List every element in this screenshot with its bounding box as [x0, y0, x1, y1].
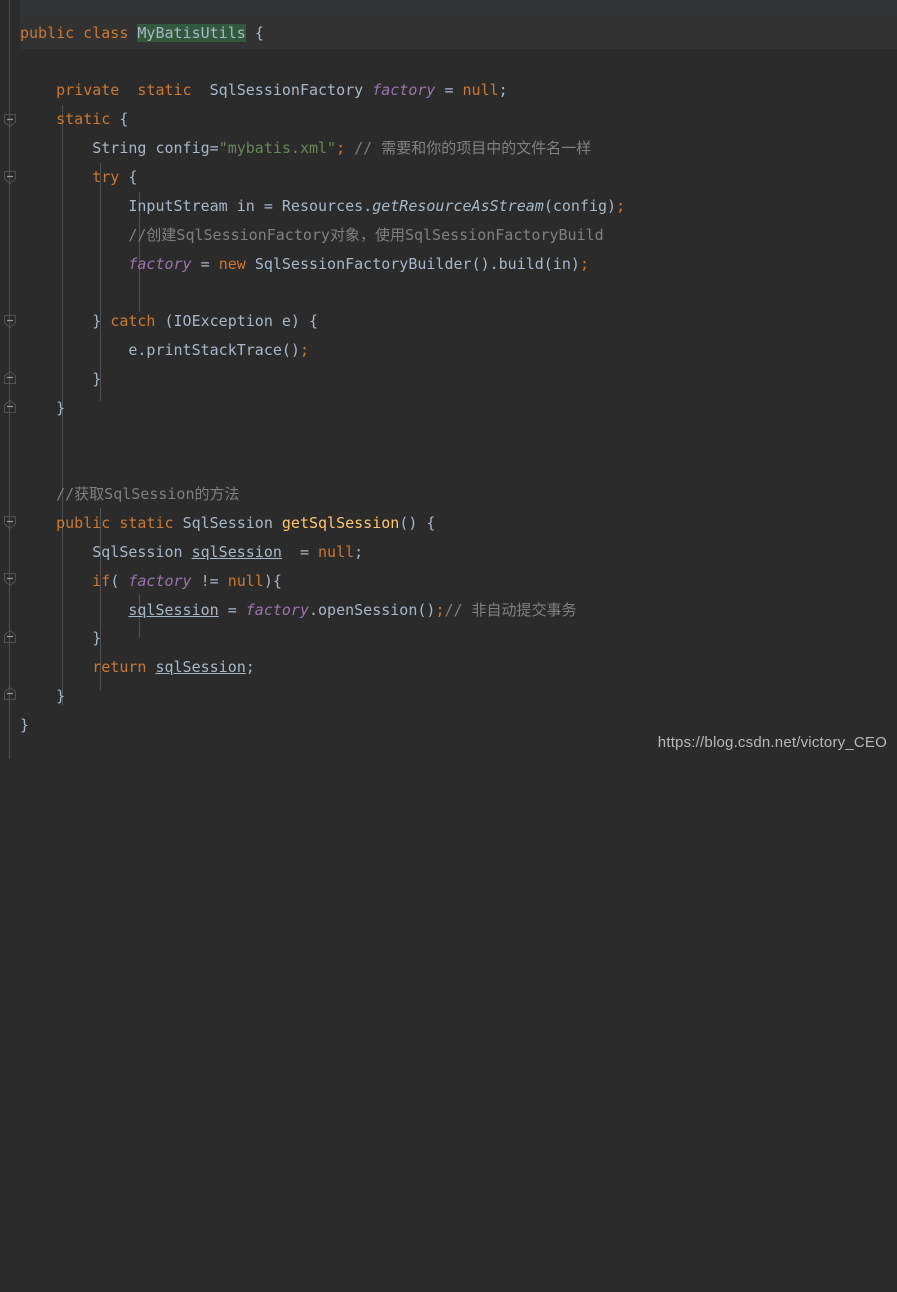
code-line-19[interactable]: SqlSession sqlSession = null;	[20, 538, 363, 567]
code-line-3[interactable]: private static SqlSessionFactory factory…	[20, 76, 508, 105]
code-line-6[interactable]: try {	[20, 163, 137, 192]
code-line-20[interactable]: if( factory != null){	[20, 567, 282, 596]
code-line-22[interactable]: }	[20, 624, 101, 653]
code-line-21[interactable]: sqlSession = factory.openSession();// 非自…	[20, 596, 576, 625]
code-line-4[interactable]: static {	[20, 105, 128, 134]
code-line-9[interactable]: factory = new SqlSessionFactoryBuilder()…	[20, 250, 589, 279]
code-line-11[interactable]: } catch (IOException e) {	[20, 307, 318, 336]
code-line-5[interactable]: String config="mybatis.xml"; // 需要和你的项目中…	[20, 134, 591, 163]
code-line-14[interactable]: }	[20, 394, 65, 423]
code-content[interactable]: public class MyBatisUtils { private stat…	[0, 0, 897, 759]
code-editor[interactable]: public class MyBatisUtils { private stat…	[0, 0, 897, 759]
code-line-24[interactable]: }	[20, 682, 65, 711]
occurrence-highlight: MyBatisUtils	[137, 24, 246, 42]
code-line-18[interactable]: public static SqlSession getSqlSession()…	[20, 509, 435, 538]
code-line-12[interactable]: e.printStackTrace();	[20, 336, 309, 365]
code-line-13[interactable]: }	[20, 365, 101, 394]
csdn-watermark: https://blog.csdn.net/victory_CEO	[657, 734, 887, 751]
code-line-17[interactable]: //获取SqlSession的方法	[20, 480, 239, 509]
code-line-23[interactable]: return sqlSession;	[20, 653, 255, 682]
code-line-1[interactable]: public class MyBatisUtils {	[20, 19, 264, 48]
code-line-25[interactable]: }	[20, 711, 29, 740]
code-line-8[interactable]: //创建SqlSessionFactory对象，使用SqlSessionFact…	[20, 221, 603, 250]
code-line-7[interactable]: InputStream in = Resources.getResourceAs…	[20, 192, 625, 221]
